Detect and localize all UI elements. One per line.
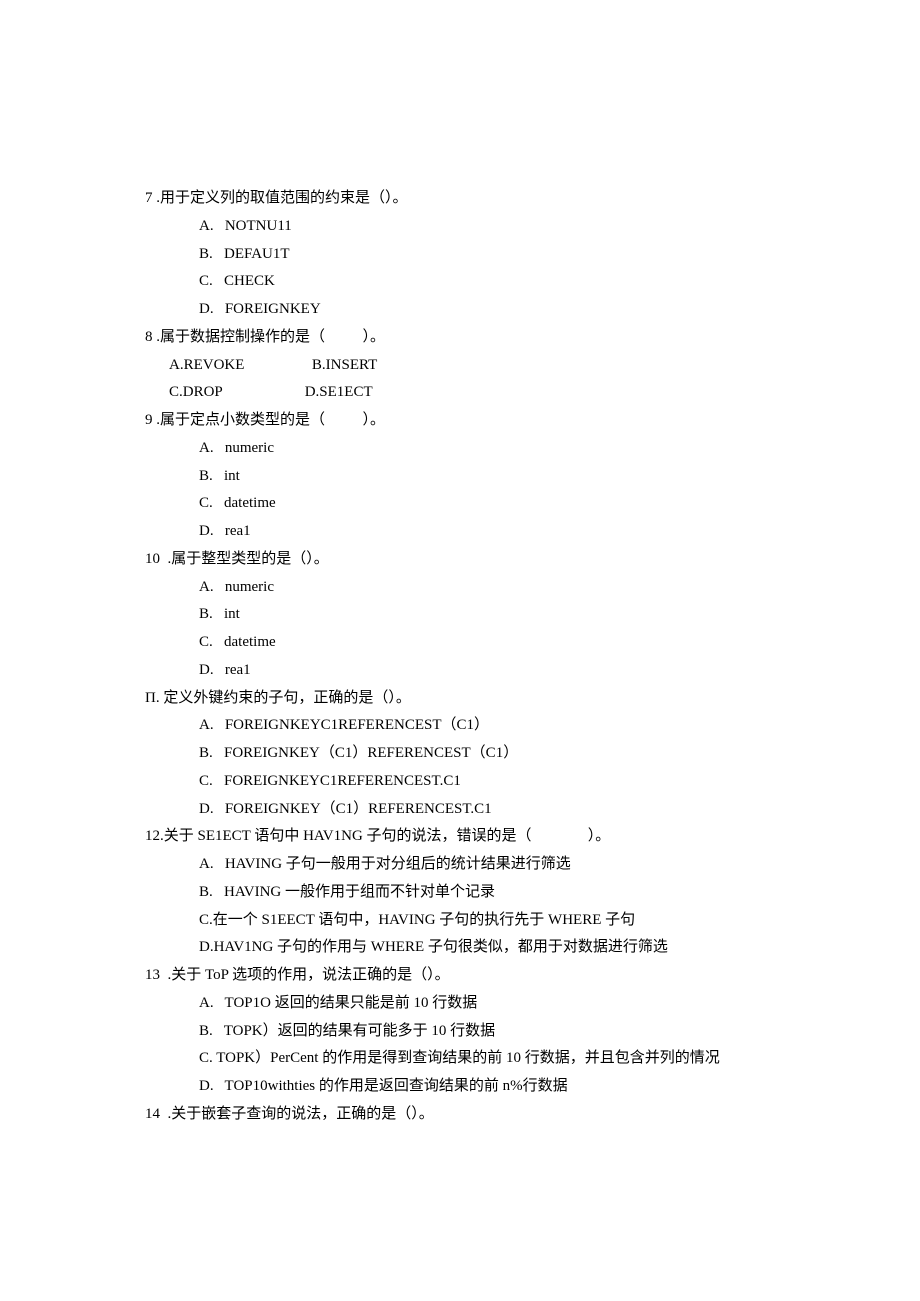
- q10-option-d: D. rea1: [145, 657, 790, 685]
- q10-option-b: B. int: [145, 601, 790, 629]
- q8-options-row1: A.REVOKE B.INSERT: [145, 352, 790, 380]
- q10-stem: 10 .属于整型类型的是（）。: [145, 546, 790, 574]
- q11-option-a: A. FOREIGNKEYC1REFERENCEST（C1）: [145, 712, 790, 740]
- q11-option-c: C. FOREIGNKEYC1REFERENCEST.C1: [145, 768, 790, 796]
- q12-option-c: C.在一个 S1EECT 语句中，HAVING 子句的执行先于 WHERE 子句: [145, 907, 790, 935]
- q7-option-c: C. CHECK: [145, 268, 790, 296]
- q12-option-d: D.HAV1NG 子句的作用与 WHERE 子句很类似，都用于对数据进行筛选: [145, 934, 790, 962]
- q13-option-a: A. TOP1O 返回的结果只能是前 10 行数据: [145, 990, 790, 1018]
- q13-stem: 13 .关于 ToP 选项的作用，说法正确的是（）。: [145, 962, 790, 990]
- q7-option-d: D. FOREIGNKEY: [145, 296, 790, 324]
- q8-stem: 8 .属于数据控制操作的是（ ）。: [145, 324, 790, 352]
- q9-option-b: B. int: [145, 463, 790, 491]
- document-page: 7 .用于定义列的取值范围的约束是（）。 A. NOTNU11 B. DEFAU…: [0, 0, 920, 1301]
- q9-option-c: C. datetime: [145, 490, 790, 518]
- q7-stem: 7 .用于定义列的取值范围的约束是（）。: [145, 185, 790, 213]
- q14-stem: 14 .关于嵌套子查询的说法，正确的是（）。: [145, 1101, 790, 1129]
- q10-option-a: A. numeric: [145, 574, 790, 602]
- q13-option-d: D. TOP10withties 的作用是返回查询结果的前 n%行数据: [145, 1073, 790, 1101]
- q9-stem: 9 .属于定点小数类型的是（ ）。: [145, 407, 790, 435]
- q11-stem: Π. 定义外键约束的子句，正确的是（）。: [145, 685, 790, 713]
- q7-option-b: B. DEFAU1T: [145, 241, 790, 269]
- q11-option-d: D. FOREIGNKEY（C1）REFERENCEST.C1: [145, 796, 790, 824]
- q10-option-c: C. datetime: [145, 629, 790, 657]
- q12-stem: 12.关于 SE1ECT 语句中 HAV1NG 子句的说法，错误的是（ ）。: [145, 823, 790, 851]
- q7-option-a: A. NOTNU11: [145, 213, 790, 241]
- q13-option-c: C. TOPK）PerCent 的作用是得到查询结果的前 10 行数据，并且包含…: [145, 1045, 790, 1073]
- q8-options-row2: C.DROP D.SE1ECT: [145, 379, 790, 407]
- q9-option-a: A. numeric: [145, 435, 790, 463]
- q11-option-b: B. FOREIGNKEY（C1）REFERENCEST（C1）: [145, 740, 790, 768]
- q12-option-b: B. HAVING 一般作用于组而不针对单个记录: [145, 879, 790, 907]
- q9-option-d: D. rea1: [145, 518, 790, 546]
- q12-option-a: A. HAVING 子句一般用于对分组后的统计结果进行筛选: [145, 851, 790, 879]
- q13-option-b: B. TOPK）返回的结果有可能多于 10 行数据: [145, 1018, 790, 1046]
